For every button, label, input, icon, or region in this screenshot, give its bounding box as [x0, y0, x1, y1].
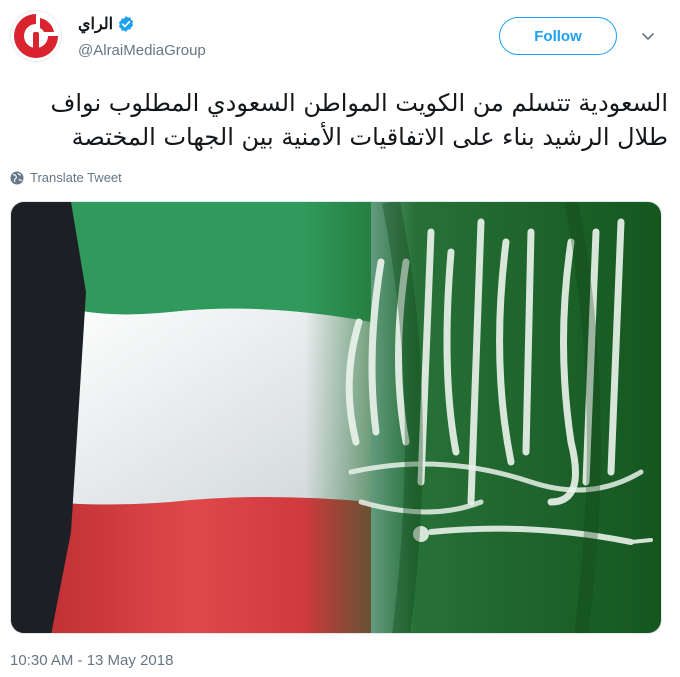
tweet-text: السعودية تتسلم من الكويت المواطن السعودي… — [50, 89, 669, 151]
tweet-timestamp[interactable]: 10:30 AM - 13 May 2018 — [10, 652, 173, 669]
display-name[interactable]: الراي — [78, 14, 113, 34]
kuwait-saudi-flags-image — [11, 202, 661, 633]
chevron-down-icon[interactable] — [640, 28, 656, 44]
tweet-media-image[interactable] — [10, 201, 662, 634]
author-name-row[interactable]: الراي — [78, 14, 135, 34]
avatar[interactable] — [10, 10, 62, 62]
globe-icon — [10, 171, 24, 184]
translate-label: Translate Tweet — [30, 170, 122, 185]
translate-tweet-link[interactable]: Translate Tweet — [10, 170, 122, 185]
alrai-logo-icon — [11, 11, 61, 61]
verified-badge-icon — [119, 16, 134, 32]
follow-button[interactable]: Follow — [499, 17, 617, 55]
handle[interactable]: @AlraiMediaGroup — [78, 42, 206, 59]
